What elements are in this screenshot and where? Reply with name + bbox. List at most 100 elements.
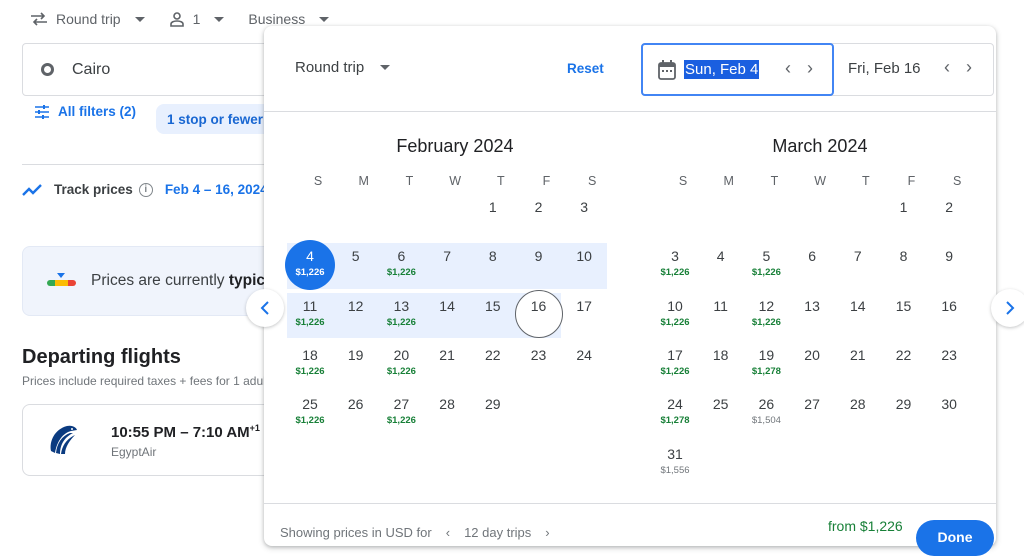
day-number: 18 bbox=[302, 346, 318, 363]
calendar-day[interactable]: 2 bbox=[926, 192, 972, 238]
calendar-day[interactable]: 20 $1,226 bbox=[378, 340, 424, 386]
calendar-day[interactable]: 18 $1,226 bbox=[287, 340, 333, 386]
day-price: $1,226 bbox=[386, 267, 416, 279]
day-number: 22 bbox=[895, 346, 912, 363]
calendar-day[interactable]: 30 bbox=[926, 389, 972, 435]
calendar-day[interactable]: 26 bbox=[333, 389, 379, 435]
calendar-day[interactable]: 20 bbox=[789, 340, 835, 386]
calendar-day[interactable]: 17 $1,226 bbox=[652, 340, 698, 386]
calendar-day[interactable]: 6 $1,226 bbox=[378, 241, 424, 287]
calendar-day[interactable]: 15 bbox=[881, 291, 927, 337]
calendar-day[interactable]: 13 $1,226 bbox=[378, 291, 424, 337]
calendar-day[interactable]: 16 bbox=[926, 291, 972, 337]
day-number: 9 bbox=[534, 248, 543, 265]
calendar-day[interactable]: 28 bbox=[835, 389, 881, 435]
prev-month-button[interactable] bbox=[246, 289, 284, 327]
day-number: 25 bbox=[712, 396, 729, 413]
calendar-day[interactable]: 17 bbox=[561, 291, 607, 337]
calendar-day[interactable]: 1 bbox=[470, 192, 516, 238]
info-icon[interactable]: i bbox=[138, 182, 153, 197]
calendar-day[interactable]: 16 bbox=[514, 289, 563, 338]
calendar-day[interactable]: 2 bbox=[516, 192, 562, 238]
reset-button[interactable]: Reset bbox=[567, 61, 604, 76]
weekday-label: S bbox=[313, 174, 323, 188]
insight-text: Prices are currently typic bbox=[91, 272, 266, 289]
all-filters-button[interactable]: All filters (2) bbox=[34, 104, 136, 119]
calendar-day[interactable]: 11 $1,226 bbox=[287, 291, 333, 337]
calendar-day[interactable]: 5 $1,226 bbox=[743, 241, 789, 287]
calendar-day[interactable]: 26 $1,504 bbox=[743, 389, 789, 435]
calendar-day[interactable]: 21 bbox=[835, 340, 881, 386]
calendar-day[interactable]: 11 bbox=[698, 291, 744, 337]
calendar-day[interactable]: 8 bbox=[470, 241, 516, 287]
calendar-day[interactable]: 25 $1,226 bbox=[287, 389, 333, 435]
calendar-day[interactable]: 4 $1,226 bbox=[285, 240, 335, 291]
calendar-day[interactable]: 29 bbox=[881, 389, 927, 435]
calendar-day[interactable]: 5 bbox=[333, 241, 379, 287]
weekday-label: T bbox=[770, 174, 779, 188]
calendar-day[interactable]: 27 bbox=[789, 389, 835, 435]
weekday-label: T bbox=[405, 174, 414, 188]
passengers-select[interactable]: 1 bbox=[169, 11, 225, 27]
day-number: 11 bbox=[302, 297, 318, 314]
calendar-day[interactable]: 10 bbox=[561, 241, 607, 287]
day-number: 12 bbox=[347, 297, 364, 314]
calendar-day[interactable]: 3 $1,226 bbox=[652, 241, 698, 287]
departure-prev-day-icon[interactable]: ‹ bbox=[785, 58, 791, 79]
calendar-day[interactable]: 21 bbox=[424, 340, 470, 386]
weekday-label: M bbox=[723, 174, 734, 188]
calendar-day[interactable]: 7 bbox=[835, 241, 881, 287]
calendar-day[interactable]: 13 bbox=[789, 291, 835, 337]
calendar-day[interactable]: 19 $1,278 bbox=[743, 340, 789, 386]
day-number: 25 bbox=[302, 396, 318, 413]
calendar-day[interactable]: 23 bbox=[516, 340, 562, 386]
calendar-day[interactable]: 4 bbox=[698, 241, 744, 287]
calendar-day[interactable]: 25 bbox=[698, 389, 744, 435]
calendar-day[interactable]: 23 bbox=[926, 340, 972, 386]
calendar-day[interactable]: 12 $1,226 bbox=[743, 291, 789, 337]
calendar-day[interactable]: 12 bbox=[333, 291, 379, 337]
calendar-day[interactable]: 14 bbox=[835, 291, 881, 337]
calendar-day[interactable]: 3 bbox=[561, 192, 607, 238]
picker-trip-type-select[interactable]: Round trip bbox=[295, 59, 391, 76]
calendar-day[interactable]: 9 bbox=[926, 241, 972, 287]
calendar-day[interactable]: 18 bbox=[698, 340, 744, 386]
calendar-day[interactable]: 7 bbox=[424, 241, 470, 287]
calendar-day[interactable]: 14 bbox=[424, 291, 470, 337]
cabin-select[interactable]: Business bbox=[248, 11, 330, 27]
calendar-day[interactable]: 19 bbox=[333, 340, 379, 386]
calendar-day[interactable]: 24 bbox=[561, 340, 607, 386]
day-price: $1,226 bbox=[386, 415, 416, 427]
origin-input[interactable]: Cairo bbox=[22, 43, 302, 96]
calendar-day[interactable]: 22 bbox=[470, 340, 516, 386]
calendar-day[interactable]: 31 $1,556 bbox=[652, 439, 698, 485]
calendar-day[interactable]: 8 bbox=[881, 241, 927, 287]
return-date-field[interactable]: Fri, Feb 16 bbox=[848, 60, 921, 77]
weekday-label: M bbox=[358, 174, 369, 188]
chevron-right-icon bbox=[1006, 301, 1015, 315]
calendar-day[interactable]: 10 $1,226 bbox=[652, 291, 698, 337]
departure-next-day-icon[interactable]: › bbox=[807, 58, 813, 79]
trip-type-select[interactable]: Round trip bbox=[30, 11, 145, 27]
day-number: 10 bbox=[667, 297, 683, 314]
month-title: March 2024 bbox=[772, 136, 868, 156]
calendar-day[interactable]: 22 bbox=[881, 340, 927, 386]
done-button[interactable]: Done bbox=[916, 520, 994, 556]
return-next-day-icon[interactable]: › bbox=[966, 57, 972, 78]
calendar-day[interactable]: 1 bbox=[881, 192, 927, 238]
calendar-day[interactable]: 6 bbox=[789, 241, 835, 287]
departure-date-field[interactable]: Sun, Feb 4 ‹ › bbox=[641, 43, 834, 96]
calendar-day[interactable]: 29 bbox=[470, 389, 516, 435]
calendar-day[interactable]: 24 $1,278 bbox=[652, 389, 698, 435]
weekday-label: F bbox=[542, 174, 551, 188]
return-prev-day-icon[interactable]: ‹ bbox=[944, 57, 950, 78]
day-number: 17 bbox=[667, 346, 683, 363]
calendar-day[interactable]: 28 bbox=[424, 389, 470, 435]
calendar-day[interactable]: 27 $1,226 bbox=[378, 389, 424, 435]
day-number: 26 bbox=[758, 396, 775, 413]
flight-result-card[interactable]: 10:55 PM – 7:10 AM+1 EgyptAir bbox=[22, 404, 292, 476]
calendar-day[interactable]: 9 bbox=[516, 241, 562, 287]
day-number: 27 bbox=[804, 396, 820, 413]
next-month-button[interactable] bbox=[991, 289, 1024, 327]
calendar-day[interactable]: 15 bbox=[470, 291, 516, 337]
